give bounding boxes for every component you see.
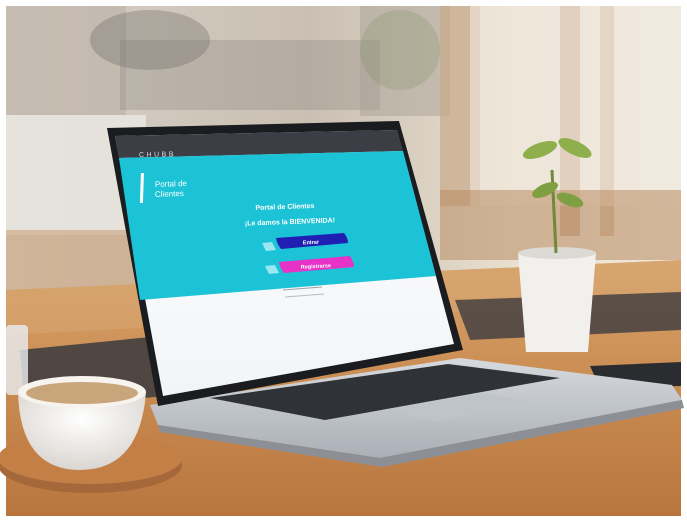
- cafe-laptop-photo: [0, 0, 687, 522]
- photo-frame: CHUBB Portal de Clientes Portal de Clien…: [0, 0, 687, 522]
